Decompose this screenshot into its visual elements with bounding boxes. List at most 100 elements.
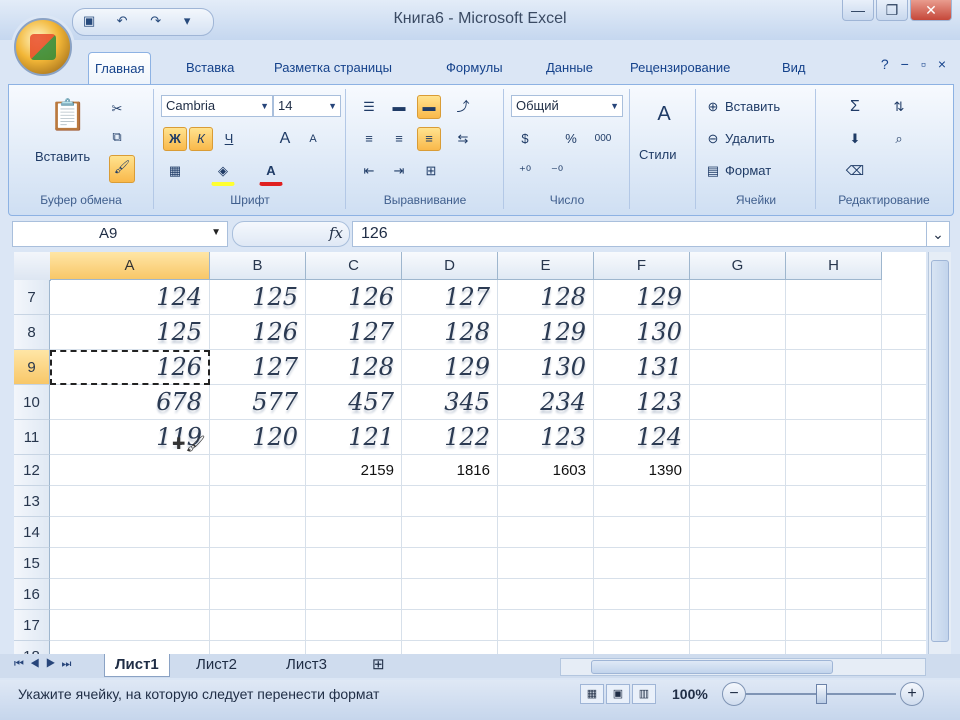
cell-e12[interactable]: 1603	[498, 455, 594, 486]
row-header-17[interactable]: 17	[14, 610, 50, 641]
cell-d11[interactable]: 122	[402, 422, 498, 455]
help-icon[interactable]: ?	[881, 56, 889, 72]
tab-home[interactable]: Главная	[88, 52, 152, 85]
delete-cells-label[interactable]: Удалить	[725, 131, 775, 146]
orientation-icon[interactable]: ⤴	[451, 95, 475, 119]
wrap-text-icon[interactable]: ⇆	[451, 127, 475, 151]
expand-formula-bar-icon[interactable]: ⌄	[926, 221, 950, 247]
cell-f9[interactable]: 131	[594, 352, 690, 385]
row-header-10[interactable]: 10	[14, 385, 50, 420]
cell-d10[interactable]: 345	[402, 387, 498, 420]
cell-b12[interactable]	[210, 455, 306, 486]
underline-button[interactable]: Ч	[217, 127, 241, 151]
bold-button[interactable]: Ж	[163, 127, 187, 151]
cell-a7[interactable]: 124	[50, 282, 210, 315]
horizontal-scroll-thumb[interactable]	[591, 660, 833, 674]
cell-b7[interactable]: 125	[210, 282, 306, 315]
number-format-combo[interactable]: Общий ▼	[511, 95, 623, 117]
column-header-f[interactable]: F	[594, 252, 690, 280]
percent-button[interactable]: %	[559, 127, 583, 151]
copy-icon[interactable]: ⧉	[105, 125, 129, 149]
cell-e11[interactable]: 123	[498, 422, 594, 455]
clear-icon[interactable]: ⌫	[843, 159, 867, 183]
cell-c7[interactable]: 126	[306, 282, 402, 315]
cell-d12[interactable]: 1816	[402, 455, 498, 486]
decrease-indent-icon[interactable]: ⇤	[357, 159, 381, 183]
font-size-combo[interactable]: 14 ▼	[273, 95, 341, 117]
thousands-button[interactable]: 000	[591, 127, 615, 151]
paste-icon[interactable]: 📋	[47, 95, 89, 137]
borders-icon[interactable]: ▦	[163, 159, 187, 183]
styles-icon[interactable]: A	[649, 99, 679, 129]
normal-view-icon[interactable]: ▦	[580, 684, 604, 704]
minimize-button[interactable]: —	[842, 0, 874, 21]
cell-a8[interactable]: 125	[50, 317, 210, 350]
formula-input[interactable]: 126	[352, 221, 934, 247]
format-painter-icon[interactable]: 🖌	[109, 155, 135, 183]
cell-d8[interactable]: 128	[402, 317, 498, 350]
sheet-tab-1[interactable]: Лист1	[104, 654, 170, 677]
increase-indent-icon[interactable]: ⇥	[387, 159, 411, 183]
row-header-7[interactable]: 7	[14, 280, 50, 315]
cell-c8[interactable]: 127	[306, 317, 402, 350]
cell-d7[interactable]: 127	[402, 282, 498, 315]
fill-color-icon[interactable]: ◈	[211, 159, 235, 186]
vertical-scrollbar[interactable]	[928, 252, 951, 654]
cell-e7[interactable]: 128	[498, 282, 594, 315]
row-header-9[interactable]: 9	[14, 350, 50, 385]
paste-label[interactable]: Вставить	[35, 149, 90, 164]
grow-font-button[interactable]: A	[273, 127, 297, 151]
zoom-in-button[interactable]: +	[900, 682, 924, 706]
align-top-icon[interactable]: ☰	[357, 95, 381, 119]
zoom-out-button[interactable]: −	[722, 682, 746, 706]
sheet-tab-2[interactable]: Лист2	[186, 654, 247, 676]
ribbon-close-icon[interactable]: ×	[938, 56, 946, 72]
sheet-tab-3[interactable]: Лист3	[276, 654, 337, 676]
align-middle-icon[interactable]: ▬	[387, 95, 411, 119]
align-left-icon[interactable]: ≡	[357, 127, 381, 151]
column-header-h[interactable]: H	[786, 252, 882, 280]
cell-e8[interactable]: 129	[498, 317, 594, 350]
close-button[interactable]: ✕	[910, 0, 952, 21]
cell-f11[interactable]: 124	[594, 422, 690, 455]
cell-f7[interactable]: 129	[594, 282, 690, 315]
row-header-15[interactable]: 15	[14, 548, 50, 579]
cell-c10[interactable]: 457	[306, 387, 402, 420]
select-all-button[interactable]	[14, 252, 51, 281]
sort-filter-icon[interactable]: ⇅	[887, 95, 911, 119]
cut-icon[interactable]: ✂	[105, 97, 129, 121]
insert-cells-icon[interactable]: ⊕	[701, 95, 725, 119]
format-cells-label[interactable]: Формат	[725, 163, 771, 178]
tab-insert[interactable]: Вставка	[180, 54, 240, 82]
horizontal-scrollbar[interactable]	[560, 658, 926, 676]
ribbon-minimize-icon[interactable]: −	[901, 56, 909, 72]
font-color-icon[interactable]: A	[259, 159, 283, 186]
fill-icon[interactable]: ⬇	[843, 127, 867, 151]
align-bottom-icon[interactable]: ▬	[417, 95, 441, 119]
zoom-level[interactable]: 100%	[672, 686, 708, 702]
row-header-18[interactable]: 18	[14, 641, 50, 654]
autosum-button[interactable]: Σ	[843, 95, 867, 119]
cell-b9[interactable]: 127	[210, 352, 306, 385]
column-header-a[interactable]: A	[50, 252, 210, 280]
cell-e10[interactable]: 234	[498, 387, 594, 420]
shrink-font-button[interactable]: A	[301, 127, 325, 151]
sheet-navigation[interactable]: ⏮◀▶⏭	[14, 658, 77, 671]
decrease-decimal-icon[interactable]: ⁻⁰	[545, 159, 569, 183]
restore-button[interactable]: ❐	[876, 0, 908, 21]
tab-review[interactable]: Рецензирование	[624, 54, 736, 82]
increase-decimal-icon[interactable]: ⁺⁰	[513, 159, 537, 183]
align-center-icon[interactable]: ≡	[387, 127, 411, 151]
insert-sheet-icon[interactable]: ⊞	[362, 654, 395, 676]
chevron-down-icon[interactable]: ▼	[211, 227, 221, 238]
spreadsheet-grid[interactable]: ABCDEFGH78910111213141516171812412512612…	[14, 252, 926, 654]
row-header-14[interactable]: 14	[14, 517, 50, 548]
column-header-e[interactable]: E	[498, 252, 594, 280]
cell-b10[interactable]: 577	[210, 387, 306, 420]
column-header-d[interactable]: D	[402, 252, 498, 280]
tab-data[interactable]: Данные	[540, 54, 599, 82]
merge-cells-icon[interactable]: ⊞	[419, 159, 443, 183]
italic-button[interactable]: К	[189, 127, 213, 151]
cell-f8[interactable]: 130	[594, 317, 690, 350]
delete-cells-icon[interactable]: ⊖	[701, 127, 725, 151]
